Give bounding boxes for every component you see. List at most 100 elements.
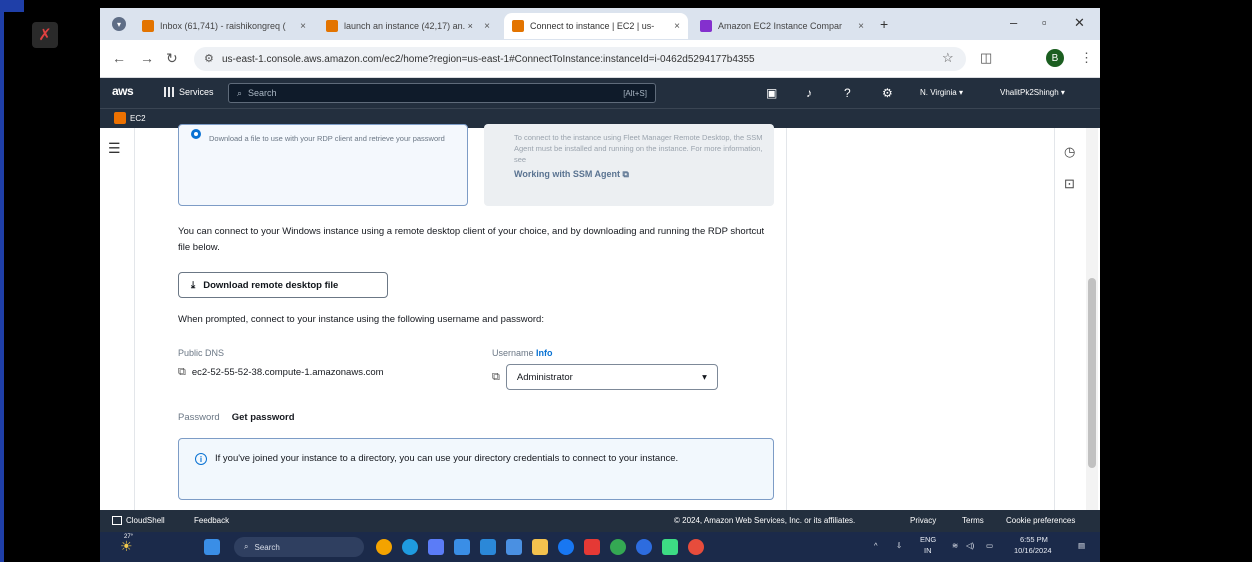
- teams-icon[interactable]: [428, 539, 444, 555]
- profile-avatar[interactable]: B: [1046, 49, 1064, 67]
- windows-taskbar: ☀ 27° ⌕ Search ^ ⇩ ENG IN ≋ ◁) ▭ 6:55 PM…: [100, 532, 1100, 562]
- tab-label: launch an instance (42,17) an. ×: [344, 21, 473, 31]
- rdp-client-option[interactable]: Download a file to use with your RDP cli…: [178, 124, 468, 206]
- get-password-link[interactable]: Get password: [232, 412, 295, 423]
- new-tab-button[interactable]: +: [880, 16, 888, 32]
- info-panel-icon[interactable]: ◷: [1064, 144, 1075, 160]
- close-icon[interactable]: ×: [858, 21, 864, 32]
- account-menu[interactable]: VhalitPk2Shingh ▾: [1000, 88, 1065, 97]
- tab-search-icon[interactable]: ▾: [112, 17, 126, 31]
- window-close-icon[interactable]: ✕: [1074, 15, 1085, 31]
- aws-logo[interactable]: aws: [112, 84, 134, 98]
- minimize-icon[interactable]: –: [1010, 15, 1017, 30]
- aws-tab-icon: [326, 20, 338, 32]
- cloudshell-icon: [112, 516, 122, 526]
- notes-icon[interactable]: ⊡: [1064, 176, 1075, 192]
- widgets-icon[interactable]: [376, 539, 392, 555]
- ec2-shortcut[interactable]: EC2: [114, 112, 146, 124]
- intro-text: You can connect to your Windows instance…: [178, 226, 765, 253]
- search-label: Search: [254, 542, 280, 552]
- url-bar[interactable]: ⚙ us-east-1.console.aws.amazon.com/ec2/h…: [194, 47, 966, 71]
- ssm-agent-link[interactable]: Working with SSM Agent ⧉: [514, 166, 764, 182]
- close-icon[interactable]: ×: [674, 21, 680, 32]
- forward-icon[interactable]: →: [140, 50, 154, 66]
- close-icon[interactable]: ×: [300, 21, 306, 32]
- public-dns-value: ⧉ ec2-52-55-52-38.compute-1.amazonaws.co…: [178, 366, 384, 379]
- region-selector[interactable]: N. Virginia ▾: [920, 88, 963, 97]
- back-icon[interactable]: ←: [112, 50, 126, 66]
- terms-link[interactable]: Terms: [962, 516, 984, 525]
- hamburger-menu-icon[interactable]: ☰: [108, 140, 121, 157]
- tab-compare[interactable]: Amazon EC2 Instance Compar ×: [692, 13, 872, 39]
- chrome-icon[interactable]: [610, 539, 626, 555]
- clock-time[interactable]: 6:55 PM: [1020, 535, 1048, 544]
- close-icon[interactable]: ×: [484, 21, 490, 32]
- file-explorer-icon[interactable]: [532, 539, 548, 555]
- url-text: us-east-1.console.aws.amazon.com/ec2/hom…: [222, 53, 755, 65]
- edge-icon[interactable]: [402, 539, 418, 555]
- public-dns-label: Public DNS: [178, 348, 225, 358]
- extensions-icon[interactable]: ◫: [980, 50, 992, 66]
- tab-launch[interactable]: launch an instance (42,17) an. × ×: [318, 13, 498, 39]
- directory-info-alert: i If you've joined your instance to a di…: [178, 438, 774, 500]
- mic-off-icon[interactable]: ✗: [32, 22, 58, 48]
- aws-search-input[interactable]: ⌕ Search [Alt+S]: [228, 83, 656, 103]
- tab-connect[interactable]: Connect to instance | EC2 | us- ×: [504, 13, 688, 39]
- cloudshell-icon[interactable]: ▣: [766, 86, 777, 100]
- scrollbar-thumb[interactable]: [1088, 278, 1096, 468]
- battery-icon[interactable]: ▭: [986, 541, 993, 550]
- app-icon[interactable]: [662, 539, 678, 555]
- notifications-icon[interactable]: ▤: [1078, 541, 1085, 550]
- start-icon[interactable]: [204, 539, 220, 555]
- language-indicator[interactable]: ENG: [920, 535, 936, 544]
- privacy-link[interactable]: Privacy: [910, 516, 936, 525]
- clock-date[interactable]: 10/16/2024: [1014, 546, 1052, 555]
- left-black-strip: ✗: [0, 0, 100, 562]
- reload-icon[interactable]: ↻: [166, 50, 178, 67]
- bookmark-star-icon[interactable]: ☆: [942, 50, 954, 66]
- username-select[interactable]: Administrator ▾: [505, 364, 718, 390]
- mail-icon[interactable]: [454, 539, 470, 555]
- app-icon[interactable]: [636, 539, 652, 555]
- dns-text: ec2-52-55-52-38.compute-1.amazonaws.com: [191, 367, 384, 378]
- weather-icon[interactable]: ☀: [120, 538, 133, 555]
- store-icon[interactable]: [480, 539, 496, 555]
- blue-edge: [0, 0, 4, 562]
- right-rail: [1054, 128, 1055, 510]
- feedback-link[interactable]: Feedback: [194, 516, 229, 525]
- tray-icon[interactable]: ⇩: [896, 541, 902, 550]
- rdp-client-panel: Download a file to use with your RDP cli…: [164, 124, 788, 510]
- services-menu[interactable]: Services: [164, 87, 214, 97]
- radio-selected[interactable]: [191, 129, 201, 139]
- settings-icon[interactable]: ⚙: [882, 86, 893, 100]
- facebook-icon[interactable]: [558, 539, 574, 555]
- youtube-icon[interactable]: [584, 539, 600, 555]
- tab-gmail[interactable]: Inbox (61,741) - raishikongreq ( ×: [134, 13, 314, 39]
- maximize-icon[interactable]: ▫: [1042, 15, 1047, 30]
- info-link[interactable]: Info: [536, 348, 553, 358]
- taskbar-search[interactable]: ⌕ Search: [234, 537, 364, 557]
- wifi-icon[interactable]: ≋: [952, 541, 958, 550]
- app-icon[interactable]: [506, 539, 522, 555]
- download-icon: ⤓: [191, 279, 196, 291]
- volume-icon[interactable]: ◁): [966, 541, 974, 550]
- scrollbar[interactable]: [1086, 128, 1098, 510]
- help-icon[interactable]: ?: [844, 86, 851, 100]
- cookie-preferences-link[interactable]: Cookie preferences: [1006, 516, 1075, 525]
- aws-top-nav: aws Services ⌕ Search [Alt+S] ▣ ♪ ? ⚙ N.…: [100, 78, 1100, 108]
- divider: [786, 128, 787, 510]
- tab-label: Inbox (61,741) - raishikongreq (: [160, 21, 286, 31]
- tray-chevron-icon[interactable]: ^: [874, 541, 878, 550]
- download-rdp-button[interactable]: ⤓ Download remote desktop file: [178, 272, 388, 298]
- copy-icon[interactable]: ⧉: [178, 366, 186, 379]
- app-icon[interactable]: [688, 539, 704, 555]
- menu-icon[interactable]: ⋮: [1080, 50, 1093, 66]
- caret-down-icon: ▾: [702, 371, 707, 383]
- search-icon: ⌕: [237, 87, 243, 98]
- copy-icon[interactable]: ⧉: [492, 371, 500, 384]
- browser-window: ▾ Inbox (61,741) - raishikongreq ( × lau…: [100, 8, 1100, 562]
- site-info-icon[interactable]: ⚙: [204, 52, 214, 65]
- notifications-icon[interactable]: ♪: [806, 86, 812, 100]
- copyright-text: © 2024, Amazon Web Services, Inc. or its…: [674, 516, 856, 525]
- cloudshell-button[interactable]: CloudShell: [112, 516, 165, 526]
